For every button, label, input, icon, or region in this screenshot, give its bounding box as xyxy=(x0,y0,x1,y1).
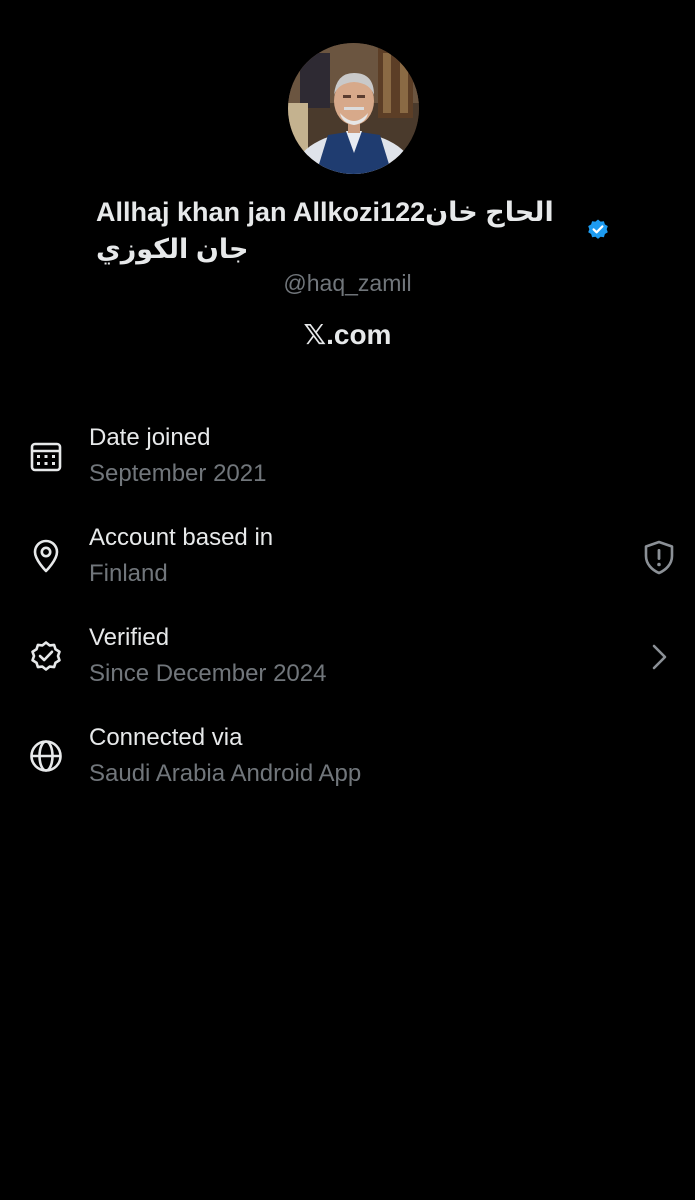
connected-via-value: Saudi Arabia Android App xyxy=(89,760,362,787)
verified-since-value: Since December 2024 xyxy=(89,660,327,687)
connected-via-label: Connected via xyxy=(89,724,243,751)
info-row-account-location[interactable]: Account based in Finland xyxy=(0,520,695,600)
globe-icon xyxy=(30,740,62,772)
info-row-date-joined: Date joined September 2021 xyxy=(0,420,695,500)
date-joined-label: Date joined xyxy=(89,424,211,451)
location-pin-icon xyxy=(33,539,59,573)
account-based-in-label: Account based in xyxy=(89,524,274,551)
verified-check-icon xyxy=(31,641,61,671)
info-row-verified[interactable]: Verified Since December 2024 xyxy=(0,620,695,700)
shield-alert-icon[interactable] xyxy=(640,538,678,576)
info-row-connected-via: Connected via Saudi Arabia Android App xyxy=(0,720,695,800)
avatar[interactable] xyxy=(288,43,419,174)
verified-label: Verified xyxy=(89,624,170,651)
account-based-in-value: Finland xyxy=(89,560,168,587)
verified-badge-icon xyxy=(588,219,608,239)
date-joined-value: September 2021 xyxy=(89,460,267,487)
site-label: 𝕏.com xyxy=(303,319,392,350)
username-handle[interactable]: @haq_zamil xyxy=(0,270,695,297)
display-name: Allhaj khan jan Allkozi122الحاج خان جان … xyxy=(96,197,554,264)
calendar-icon xyxy=(30,442,62,472)
avatar-photo xyxy=(288,43,419,174)
chevron-right-icon[interactable] xyxy=(640,638,678,676)
